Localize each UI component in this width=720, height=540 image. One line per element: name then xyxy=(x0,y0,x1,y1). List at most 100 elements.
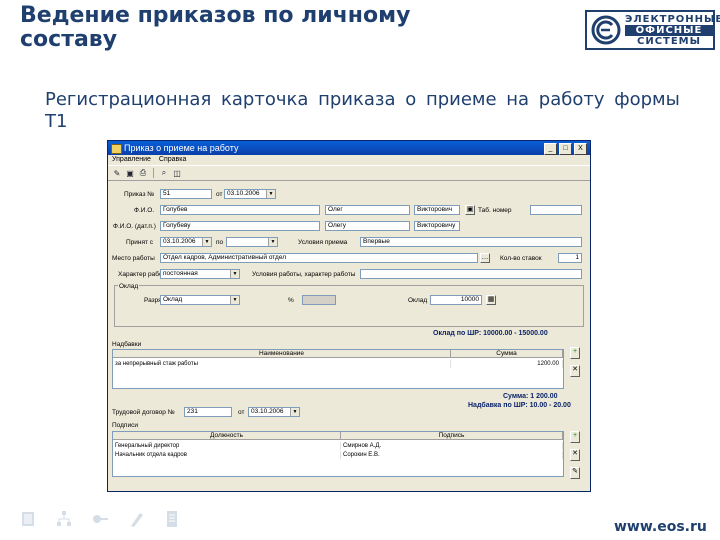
close-button[interactable]: X xyxy=(574,143,587,155)
middle-name-input[interactable]: Викторович xyxy=(414,205,460,215)
allowance-sum: 1200.00 xyxy=(451,360,563,368)
last-name-input[interactable]: Голубев xyxy=(160,205,320,215)
edit-icon: ✎ xyxy=(572,468,578,475)
website-link[interactable]: www.eos.ru xyxy=(614,519,707,535)
allowance-total: Сумма: 1 200.00 xyxy=(503,393,558,400)
chevron-down-icon[interactable]: ▼ xyxy=(290,408,299,416)
chevron-down-icon[interactable]: ▼ xyxy=(230,296,239,304)
document-icon xyxy=(167,511,177,527)
workplace-input[interactable]: Отдел кадров, Административный отдел xyxy=(160,253,478,263)
delete-signature-button[interactable]: ✕ xyxy=(570,449,580,461)
slide-title: Ведение приказов по личному составу xyxy=(20,3,411,52)
contract-no-input[interactable]: 231 xyxy=(184,407,232,417)
contract-label: Трудовой договор № xyxy=(112,409,175,416)
contract-date-label: от xyxy=(238,409,245,416)
minimize-button[interactable]: _ xyxy=(544,143,557,155)
person-lookup-button[interactable]: ▣ xyxy=(465,205,475,215)
chevron-down-icon[interactable]: ▼ xyxy=(266,190,275,198)
book-icon xyxy=(22,512,34,526)
order-date-input[interactable]: 03.10.2006 ▼ xyxy=(224,189,276,199)
hierarchy-icon xyxy=(57,511,71,526)
allowances-col-sum: Сумма xyxy=(451,350,563,358)
add-signature-button[interactable]: + xyxy=(570,431,580,443)
maximize-button[interactable]: □ xyxy=(559,143,572,155)
character-select[interactable]: постоянная ▼ xyxy=(160,269,240,279)
salary-input[interactable]: 10000 xyxy=(430,295,482,305)
fio-dat-label: Ф.И.О. (дат.п.) xyxy=(113,223,156,230)
signatures-col-signature: Подпись xyxy=(341,432,563,440)
delete-allowance-button[interactable]: ✕ xyxy=(570,365,580,377)
edit-signature-button[interactable]: ✎ xyxy=(570,467,580,479)
signatures-table: Должность Подпись Генеральный директор С… xyxy=(112,431,564,477)
work-conditions-label: Условия работы, характер работы xyxy=(252,271,356,278)
salary-section-label: Оклад xyxy=(118,283,140,290)
save-icon[interactable]: ▣ xyxy=(125,168,135,178)
key-icon xyxy=(93,515,108,523)
grade-value: Оклад xyxy=(163,296,183,303)
signatures-label: Подписи xyxy=(112,422,138,429)
hire-from-value: 03.10.2006 xyxy=(163,238,196,245)
eos-emblem-icon xyxy=(591,15,621,45)
signature-position: Начальник отдела кадров xyxy=(113,451,341,459)
contract-date-input[interactable]: 03.10.2006 ▼ xyxy=(248,407,300,417)
allowance-name: за непрерывный стаж работы xyxy=(113,360,451,368)
last-name-dat-input[interactable]: Голубеву xyxy=(160,221,320,231)
menu-item-help[interactable]: Справка xyxy=(159,155,186,165)
order-date-value: 03.10.2006 xyxy=(227,190,260,197)
slide-subtitle: Регистрационная карточка приказа о прием… xyxy=(45,89,680,132)
close-icon: ✕ xyxy=(572,450,578,457)
print-icon[interactable]: ⎙ xyxy=(138,168,148,178)
condition-label: Условия приема xyxy=(298,239,348,246)
hire-to-label: по xyxy=(216,239,224,246)
order-no-input[interactable]: 51 xyxy=(160,189,212,199)
tab-no-label: Таб. номер xyxy=(478,207,512,214)
condition-input[interactable]: Впервые xyxy=(360,237,582,247)
percent-label: % xyxy=(288,297,294,304)
work-conditions-input[interactable] xyxy=(360,269,582,279)
middle-name-dat-input[interactable]: Викторовичу xyxy=(414,221,460,231)
logo-line-3: СИСТЕМЫ xyxy=(636,36,701,47)
contract-date-value: 03.10.2006 xyxy=(251,408,284,415)
allowances-label: Надбавки xyxy=(112,341,142,348)
first-name-dat-input[interactable]: Олегу xyxy=(325,221,410,231)
hire-from-label: Принят с xyxy=(126,239,154,246)
percent-input[interactable] xyxy=(302,295,336,305)
edit-icon[interactable]: ✎ xyxy=(112,168,122,178)
allowance-range: Надбавка по ШР: 10.00 - 20.00 xyxy=(468,402,571,409)
grade-select[interactable]: Оклад ▼ xyxy=(160,295,240,305)
add-icon: + xyxy=(572,348,578,355)
chevron-down-icon[interactable]: ▼ xyxy=(268,238,277,246)
order-date-label: от xyxy=(216,191,223,198)
add-allowance-button[interactable]: + xyxy=(570,347,580,359)
menu-item-manage[interactable]: Управление xyxy=(112,155,151,165)
hire-from-input[interactable]: 03.10.2006 ▼ xyxy=(160,237,212,247)
signature-name: Смирнов А.Д. xyxy=(341,442,563,450)
window-app-icon xyxy=(111,144,122,154)
order-card-window: Приказ о приеме на работу _ □ X Управлен… xyxy=(107,140,591,492)
logo-line-2: ОФИСНЫЕ xyxy=(625,25,713,36)
signature-name: Сорокин Е.В. xyxy=(341,451,563,459)
window-titlebar[interactable]: Приказ о приеме на работу _ □ X xyxy=(108,141,590,155)
tab-no-input[interactable] xyxy=(530,205,582,215)
find-icon[interactable]: ⌕ xyxy=(159,168,169,178)
chevron-down-icon[interactable]: ▼ xyxy=(202,238,211,246)
allowances-col-name: Наименование xyxy=(113,350,451,358)
rate-input[interactable]: 1 xyxy=(558,253,582,263)
salary-range: Оклад по ШР: 10000.00 - 15000.00 xyxy=(433,330,548,337)
first-name-input[interactable]: Олег xyxy=(325,205,410,215)
fio-label: Ф.И.О. xyxy=(134,207,155,214)
add-icon: + xyxy=(572,432,578,439)
close-icon: ✕ xyxy=(572,366,578,373)
menu-bar: Управление Справка xyxy=(108,155,590,165)
salary-label: Оклад xyxy=(408,297,428,304)
hire-to-input[interactable]: ▼ xyxy=(226,237,278,247)
order-no-label: Приказ № xyxy=(124,191,155,198)
toolbar-separator xyxy=(153,168,154,178)
preview-icon[interactable]: ◫ xyxy=(172,168,182,178)
company-logo: ЭЛЕКТРОННЫЕ ОФИСНЫЕ СИСТЕМЫ xyxy=(585,10,720,50)
salary-group xyxy=(114,285,584,327)
chevron-down-icon[interactable]: ▼ xyxy=(230,270,239,278)
workplace-lookup-button[interactable]: … xyxy=(480,253,490,263)
salary-calc-button[interactable]: ▦ xyxy=(486,295,496,305)
logo-line-1: ЭЛЕКТРОННЫЕ xyxy=(625,14,720,25)
